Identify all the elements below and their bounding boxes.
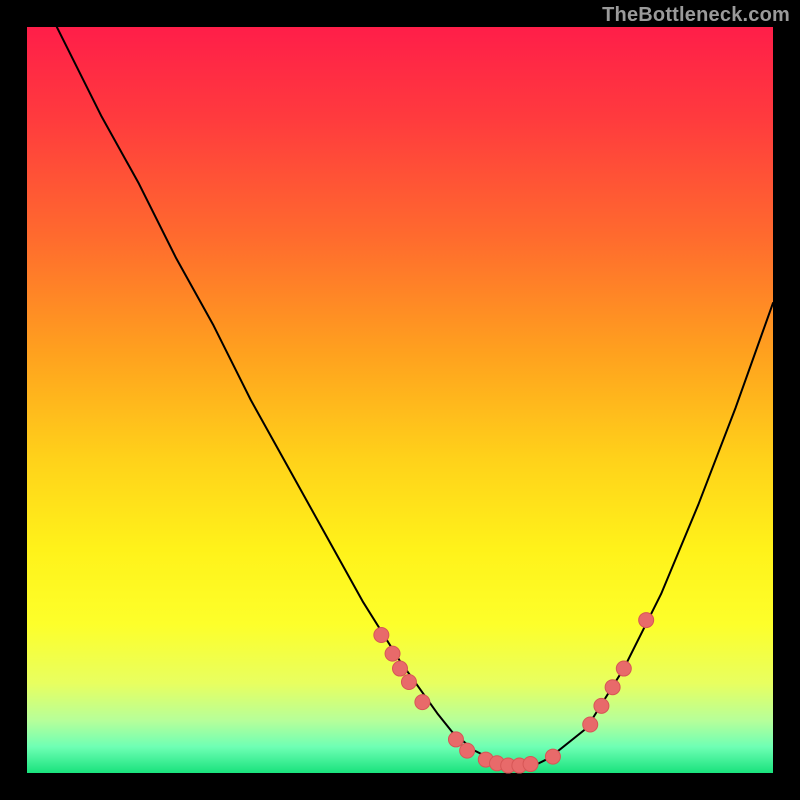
curve-markers — [374, 613, 654, 773]
curve-marker — [460, 743, 475, 758]
curve-marker — [448, 732, 463, 747]
bottleneck-curve — [27, 0, 773, 766]
curve-marker — [594, 698, 609, 713]
plot-area — [27, 27, 773, 773]
curve-marker — [639, 613, 654, 628]
curve-marker — [374, 627, 389, 642]
chart-svg — [27, 27, 773, 773]
curve-marker — [545, 749, 560, 764]
curve-marker — [605, 680, 620, 695]
watermark-text: TheBottleneck.com — [602, 4, 790, 27]
curve-marker — [583, 717, 598, 732]
curve-marker — [385, 646, 400, 661]
curve-marker — [401, 674, 416, 689]
chart-frame: TheBottleneck.com — [0, 0, 800, 800]
curve-marker — [523, 757, 538, 772]
curve-marker — [393, 661, 408, 676]
curve-marker — [415, 695, 430, 710]
curve-marker — [616, 661, 631, 676]
